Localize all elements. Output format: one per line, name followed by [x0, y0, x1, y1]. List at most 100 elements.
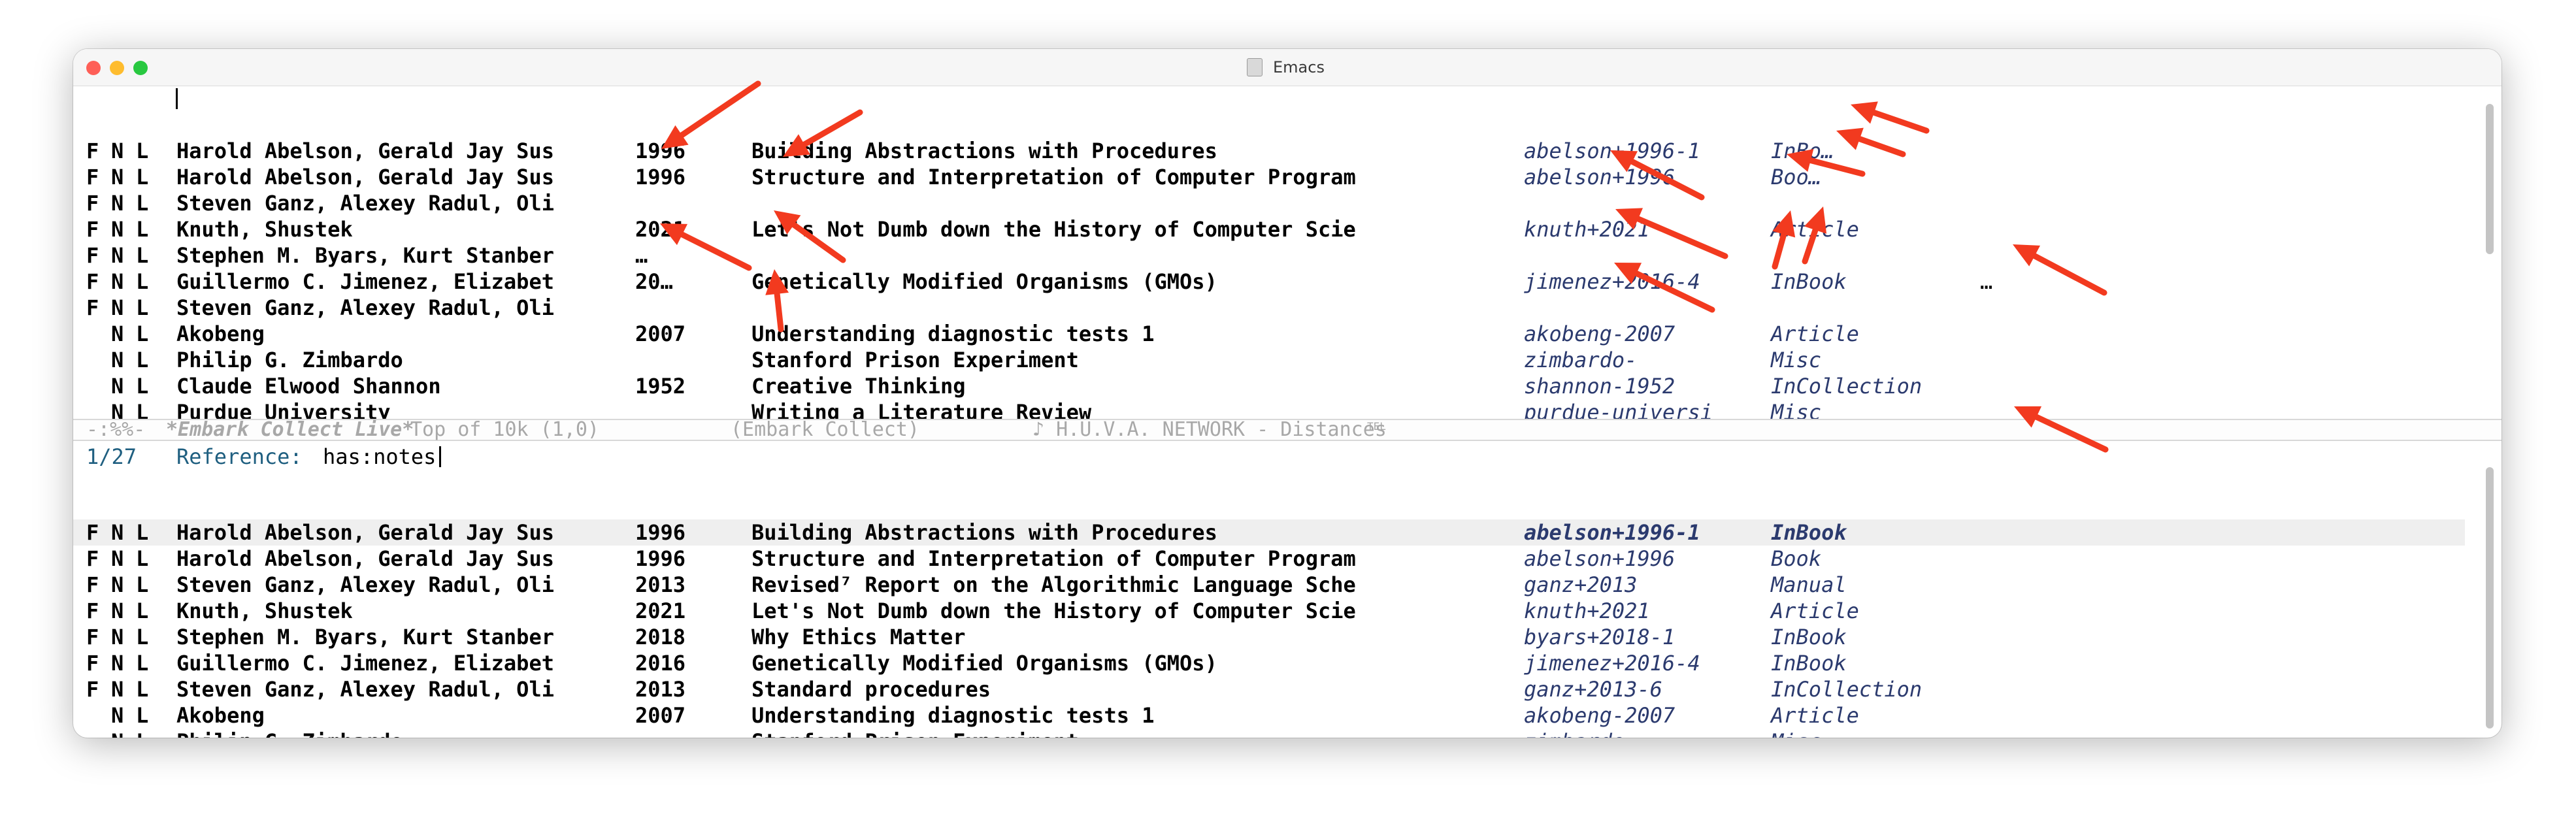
candidate-row[interactable]: F N L Steven Ganz, Alexey Radul, Oli 2013 Rev… [73, 572, 2465, 598]
flag-l: L [136, 651, 149, 676]
flag-n: N [111, 217, 124, 242]
title-cell: Stanford Prison Experiment [751, 729, 1079, 738]
title-cell: Genetically Modified Organisms (GMOs) [751, 269, 1217, 294]
top-pane-scrollbar[interactable] [2486, 104, 2494, 254]
window-title: Emacs [1273, 58, 1325, 76]
entry-type-cell: InCollection [1771, 677, 1923, 702]
close-window-button[interactable] [86, 61, 101, 75]
candidate-row[interactable]: NLPhilip G. ZimbardoStanford Prison Expe… [73, 729, 2465, 738]
candidate-row[interactable]: F N L Steven Ganz, Alexey Radul, Oli 2013 Sta… [73, 676, 2465, 702]
flag-l: L [136, 374, 149, 399]
flag-n: N [111, 651, 124, 676]
mode-line: -:%%- *Embark Collect Live* Top of 10k (… [73, 419, 2502, 441]
author-cell: Knuth, Shustek [176, 598, 353, 623]
author-cell: Harold Abelson, Gerald Jay Sus [176, 546, 554, 571]
candidate-row[interactable]: F N L Harold Abelson, Gerald Jay Sus 1996 Bui… [73, 138, 2465, 164]
year-cell: 1996 [635, 139, 686, 163]
flag-l: L [136, 139, 149, 163]
flag-l: L [136, 677, 149, 702]
flag-n: N [111, 625, 124, 649]
flag-n: N [111, 677, 124, 702]
entry-type-cell: InCollection [1771, 374, 1923, 399]
author-cell: Stephen M. Byars, Kurt Stanber [176, 243, 554, 268]
year-cell: 20… [635, 269, 673, 294]
flag-l: L [136, 625, 149, 649]
title-cell: Stanford Prison Experiment [751, 348, 1079, 372]
entry-type-cell: Book [1771, 546, 1822, 571]
citekey-cell: abelson+1996 [1524, 165, 1676, 189]
title-cell: Let's Not Dumb down the History of Compu… [751, 598, 1356, 623]
candidate-row[interactable]: F N L Knuth, Shustek 2021 Let's Not Dumb down… [73, 598, 2465, 624]
embark-collect-pane[interactable]: F N L Harold Abelson, Gerald Jay Sus 1996 Bui… [73, 86, 2502, 419]
flag-f: F [86, 572, 99, 597]
entry-type-cell: Article [1771, 321, 1859, 346]
year-cell: 2021 [635, 217, 686, 242]
citekey-cell: byars+2018-1 [1524, 625, 1676, 649]
candidate-row[interactable]: F N L Steven Ganz, Alexey Radul, Oli [73, 295, 2465, 321]
year-cell: 2016 [635, 651, 686, 676]
flag-n: N [111, 703, 124, 728]
flag-n: N [111, 321, 124, 346]
candidate-row[interactable]: N L Claude Elwood Shannon 1952 Creative Thin… [73, 373, 2465, 399]
candidate-row[interactable]: F N L Knuth, Shustek 2021 Let's Not Dumb down… [73, 216, 2465, 242]
author-cell: Philip G. Zimbardo [176, 729, 403, 738]
candidate-row[interactable]: N L Akobeng 2007 Understanding diagnostic te… [73, 321, 2465, 347]
flag-l: L [136, 321, 149, 346]
candidate-row[interactable]: F N L Harold Abelson, Gerald Jay Sus 1996 Str… [73, 546, 2465, 572]
zoom-window-button[interactable] [133, 61, 148, 75]
document-icon [1247, 58, 1263, 76]
candidate-row[interactable]: F N L Steven Ganz, Alexey Radul, Oli [73, 190, 2465, 216]
candidate-row[interactable]: NLPhilip G. ZimbardoStanford Prison Expe… [73, 347, 2465, 373]
candidate-row[interactable]: F N L Stephen M. Byars, Kurt Stanber 2018 Why… [73, 624, 2465, 650]
candidate-row[interactable]: F N L Guillermo C. Jimenez, Elizabet 20… Gene… [73, 269, 2465, 295]
bottom-pane-scrollbar[interactable] [2486, 467, 2494, 729]
entry-type-cell: Misc [1771, 400, 1822, 419]
flag-f: F [86, 546, 99, 571]
current-candidate-row[interactable]: F N L Harold Abelson, Gerald Jay Sus 1996 Bui… [73, 519, 2465, 546]
candidate-row[interactable]: F N L Guillermo C. Jimenez, Elizabet 2016 Gen… [73, 650, 2465, 676]
author-cell: Claude Elwood Shannon [176, 374, 441, 399]
modeline-position: Top of 10k (1,0) [410, 418, 599, 441]
modeline-status: -:%%- [86, 418, 146, 441]
flag-f: F [86, 520, 99, 545]
title-cell: Revised⁷ Report on the Algorithmic Langu… [751, 572, 1356, 597]
entry-type-cell: Article [1771, 217, 1859, 242]
modeline-buffer-name: *Embark Collect Live* [166, 418, 414, 441]
flag-l: L [136, 295, 149, 320]
citekey-cell: knuth+2021 [1524, 217, 1650, 242]
title-cell: Understanding diagnostic tests 1 [751, 321, 1155, 346]
flag-f: F [86, 677, 99, 702]
flag-l: L [136, 400, 149, 419]
title-bar: Emacs [73, 49, 2502, 86]
author-cell: Harold Abelson, Gerald Jay Sus [176, 139, 554, 163]
text-cursor [176, 88, 178, 109]
entry-type-cell: InBook [1771, 625, 1847, 649]
flag-l: L [136, 703, 149, 728]
modeline-tel: TEL [1367, 420, 1386, 433]
candidate-row[interactable]: N L Purdue University Writing a Literature … [73, 399, 2465, 419]
flag-l: L [136, 546, 149, 571]
year-cell: 1952 [635, 374, 686, 399]
citekey-cell: jimenez+2016-4 [1524, 269, 1700, 294]
candidate-row[interactable]: F N L Stephen M. Byars, Kurt Stanber… [73, 242, 2465, 269]
title-cell: Building Abstractions with Procedures [751, 139, 1217, 163]
minimize-window-button[interactable] [110, 61, 124, 75]
citekey-cell: purdue-universi [1524, 400, 1713, 419]
citekey-cell: abelson+1996 [1524, 546, 1676, 571]
flag-n: N [111, 572, 124, 597]
flag-f: F [86, 191, 99, 216]
modeline-now-playing: ♪ H.U.V.A. NETWORK - Distances [1032, 418, 1387, 441]
citekey-cell: abelson+1996-1 [1524, 520, 1700, 545]
candidate-row[interactable]: F N L Harold Abelson, Gerald Jay Sus 1996 Str… [73, 164, 2465, 190]
entry-type-cell: InBook [1771, 269, 1847, 294]
flag-l: L [136, 217, 149, 242]
citekey-cell: jimenez+2016-4 [1524, 651, 1700, 676]
candidate-row[interactable]: N L Akobeng 2007 Understanding diagnostic te… [73, 702, 2465, 729]
entry-type-cell: Misc [1771, 348, 1822, 372]
flag-n: N [111, 243, 124, 268]
flag-n: N [111, 598, 124, 623]
completion-pane[interactable]: F N L Harold Abelson, Gerald Jay Sus 1996 Bui… [73, 441, 2502, 738]
author-cell: Guillermo C. Jimenez, Elizabet [176, 651, 554, 676]
year-cell: 1996 [635, 520, 686, 545]
title-cell: Genetically Modified Organisms (GMOs) [751, 651, 1217, 676]
